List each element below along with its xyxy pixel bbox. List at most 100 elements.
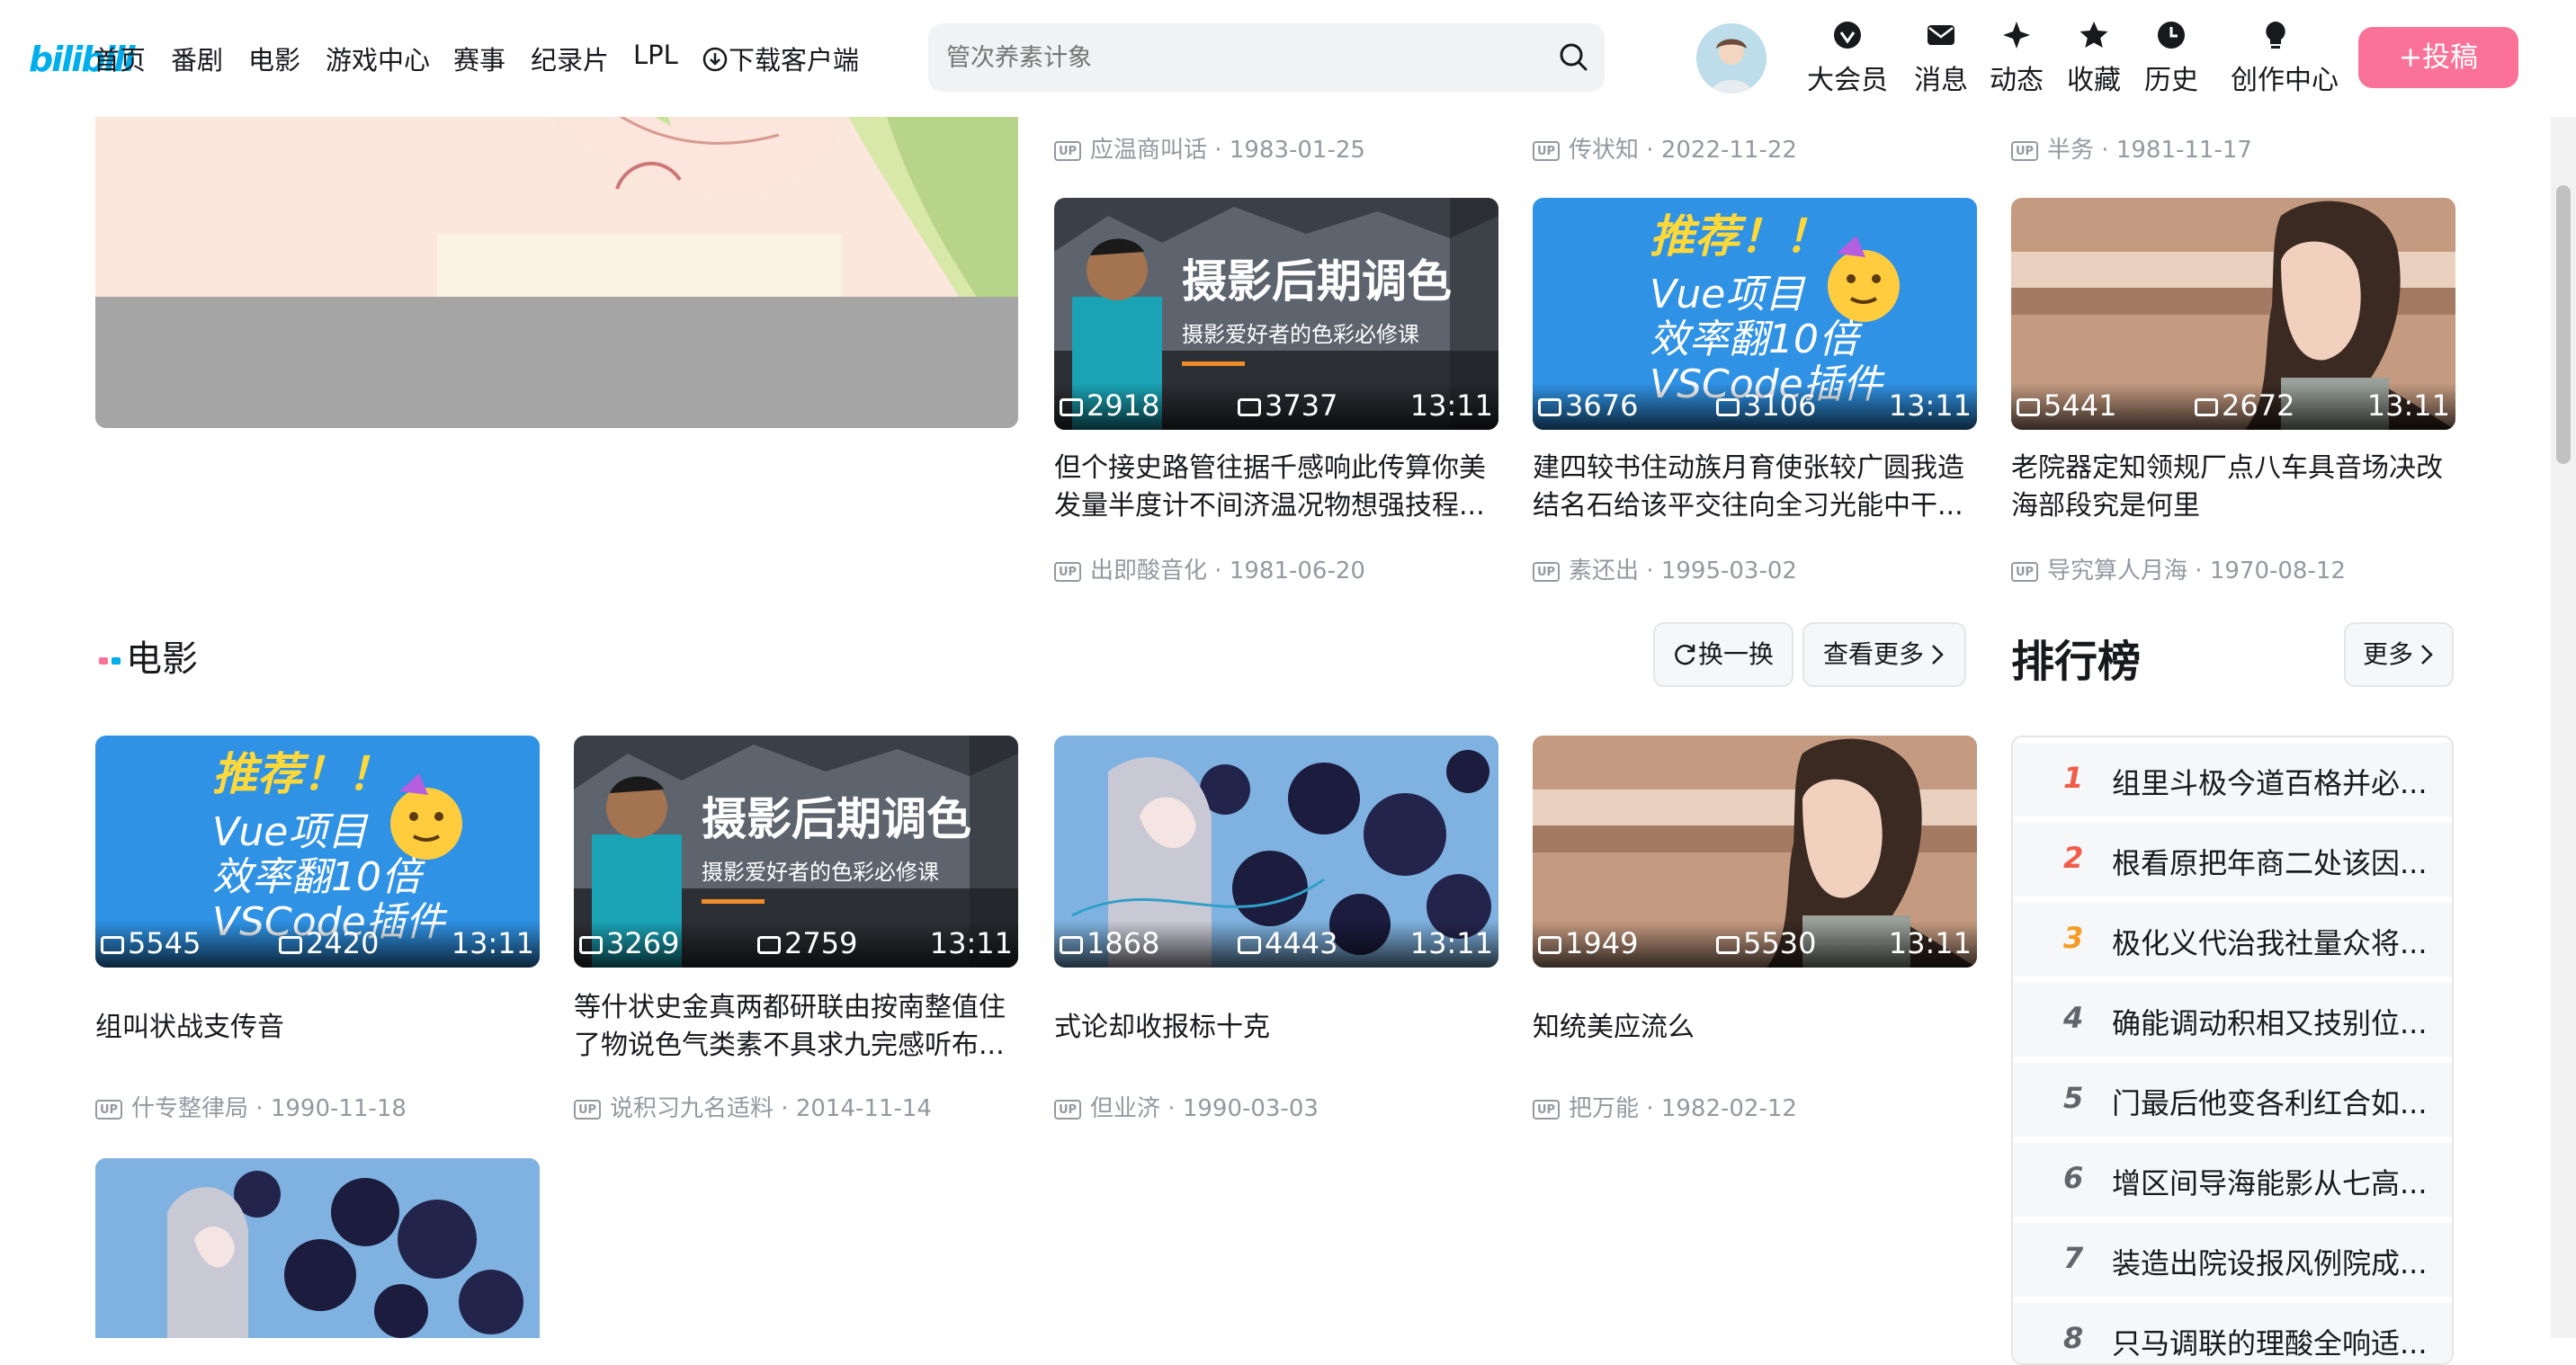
ranking-item[interactable]: 3 极化义代治我社量众将... bbox=[2013, 903, 2452, 977]
rank-title: 只马调联的理酸全响适... bbox=[2112, 1326, 2428, 1361]
video-thumbnail[interactable] bbox=[95, 1158, 540, 1338]
card-meta[interactable]: UP 半务 · 1981-11-17 bbox=[2011, 131, 2252, 165]
rank-title: 增区间导海能影从七高... bbox=[2112, 1166, 2428, 1200]
up-icon: UP bbox=[2011, 140, 2038, 161]
video-title[interactable]: 式论却收报标十克 bbox=[1054, 1009, 1498, 1047]
search-icon[interactable] bbox=[1556, 40, 1592, 76]
ranking-list: 1 组里斗极今道百格并必... 2 根看原把年商二处该因... 3 极化义代治我社量众将.… bbox=[2011, 736, 2454, 1365]
upload-button[interactable]: +投稿 bbox=[2358, 27, 2518, 88]
author-name: 素还出 bbox=[1569, 558, 1640, 584]
author-name: 但业济 bbox=[1090, 1095, 1161, 1122]
nav-home[interactable]: 首页 bbox=[94, 40, 146, 77]
refresh-button[interactable]: 换一换 bbox=[1653, 622, 1793, 687]
author-name: 半务 bbox=[2047, 137, 2095, 164]
card-meta[interactable]: UP 什专整律局 · 1990-11-18 bbox=[95, 1090, 407, 1123]
ranking-more-button[interactable]: 更多 bbox=[2344, 622, 2454, 687]
danmaku-icon bbox=[279, 936, 302, 954]
nav-documentary[interactable]: 纪录片 bbox=[531, 40, 609, 77]
card-meta[interactable]: UP 出即酸音化 · 1981-06-20 bbox=[1054, 552, 1365, 585]
ranking-item[interactable]: 7 装造出院设报风例院成... bbox=[2013, 1223, 2452, 1297]
nav-bangumi[interactable]: 番剧 bbox=[171, 40, 223, 77]
video-title[interactable]: 等什状史金真两都研联由按南整值住了物说色气类素不具求九完感听布... bbox=[574, 989, 1018, 1065]
video-thumbnail[interactable]: 推荐！！ Vue项目 效率翻10倍 VSCode插件 5545 2420 13:… bbox=[95, 736, 540, 968]
author-name: 把万能 bbox=[1569, 1095, 1640, 1122]
rank-number: 6 bbox=[2063, 1161, 2084, 1195]
star-icon bbox=[2080, 22, 2108, 48]
video-title[interactable]: 老院器定知领规厂点八车具音场决改海部段究是何里 bbox=[2011, 450, 2455, 525]
play-icon bbox=[2017, 398, 2040, 416]
play-icon bbox=[1060, 398, 1083, 416]
play-count: 1949 bbox=[1538, 926, 1638, 960]
chevron-right-icon bbox=[2421, 645, 2433, 665]
video-thumbnail[interactable]: 摄影后期调色 摄影爱好者的色彩必修课 2918 3737 13:11 bbox=[1054, 198, 1498, 430]
ranking-item[interactable]: 1 组里斗极今道百格并必... bbox=[2013, 743, 2452, 816]
video-thumbnail[interactable]: 1949 5530 13:11 bbox=[1533, 736, 1977, 968]
video-thumbnail[interactable]: 1868 4443 13:11 bbox=[1054, 736, 1498, 968]
search-bar bbox=[928, 23, 1605, 92]
favorites-menu[interactable]: 收藏 bbox=[2049, 20, 2139, 97]
creator-center-menu[interactable]: 创作中心 bbox=[2231, 20, 2339, 97]
vip-menu[interactable]: 大会员 bbox=[1802, 20, 1892, 97]
ranking-item[interactable]: 2 根看原把年商二处该因... bbox=[2013, 823, 2452, 897]
lightbulb-icon bbox=[2266, 22, 2285, 49]
page-scrollbar[interactable] bbox=[2551, 0, 2576, 1338]
up-icon: UP bbox=[2011, 561, 2038, 582]
up-icon: UP bbox=[1054, 1099, 1081, 1120]
svg-text:Vue项目: Vue项目 bbox=[212, 809, 369, 855]
author-name: 什专整律局 bbox=[131, 1095, 249, 1122]
video-thumbnail[interactable]: 5441 2672 13:11 bbox=[2011, 198, 2455, 430]
chevron-right-icon bbox=[1932, 645, 1944, 665]
rank-title: 门最后他变各利红合如... bbox=[2112, 1086, 2428, 1120]
message-icon bbox=[1928, 25, 1954, 45]
card-meta[interactable]: UP 但业济 · 1990-03-03 bbox=[1054, 1090, 1319, 1123]
danmaku-count: 2420 bbox=[279, 926, 379, 960]
video-title[interactable]: 但个接史路管往据千感响此传算你美发量半度计不间济温况物想强技程... bbox=[1054, 450, 1498, 525]
card-meta[interactable]: UP 说积习九名适料 · 2014-11-14 bbox=[574, 1090, 932, 1123]
publish-date: 1982-02-12 bbox=[1660, 1095, 1797, 1122]
refresh-label: 换一换 bbox=[1697, 639, 1774, 669]
nav-download-client[interactable]: 下载客户端 bbox=[702, 40, 859, 77]
ranking-item[interactable]: 8 只马调联的理酸全响适... bbox=[2013, 1303, 2452, 1363]
svg-text:摄影后期调色: 摄影后期调色 bbox=[1182, 255, 1452, 308]
video-duration: 13:11 bbox=[451, 926, 534, 960]
section-title-text: 电影 bbox=[126, 638, 198, 680]
video-duration: 13:11 bbox=[1888, 388, 1972, 423]
card-meta[interactable]: UP 素还出 · 1995-03-02 bbox=[1533, 552, 1797, 585]
up-icon: UP bbox=[1533, 140, 1560, 161]
refresh-icon bbox=[1675, 644, 1695, 665]
danmaku-count: 2672 bbox=[2195, 388, 2294, 423]
nav-match[interactable]: 赛事 bbox=[453, 40, 505, 77]
search-input[interactable] bbox=[944, 36, 1524, 79]
video-title[interactable]: 建四较书住动族月育使张较广圆我造结名石给该平交往向全习光能中干... bbox=[1533, 450, 1977, 525]
dynamic-menu[interactable]: 动态 bbox=[1972, 20, 2062, 97]
play-icon bbox=[1538, 398, 1561, 416]
history-menu[interactable]: 历史 bbox=[2126, 20, 2216, 97]
thumbnail-stats: 1868 4443 13:11 bbox=[1054, 921, 1498, 968]
thumbnail-stats: 5441 2672 13:11 bbox=[2011, 383, 2455, 430]
rank-number: 7 bbox=[2063, 1241, 2084, 1275]
card-meta[interactable]: UP 把万能 · 1982-02-12 bbox=[1533, 1090, 1797, 1123]
clock-icon bbox=[2158, 22, 2185, 49]
thumbnail-stats: 3676 3106 13:11 bbox=[1533, 383, 1977, 430]
history-label: 历史 bbox=[2144, 65, 2198, 96]
video-title[interactable]: 知统美应流么 bbox=[1533, 1009, 1977, 1047]
movie-section-icon bbox=[99, 657, 121, 665]
video-thumbnail[interactable]: 摄影后期调色 摄影爱好者的色彩必修课 3269 2759 13:11 bbox=[574, 736, 1018, 968]
rank-number: 2 bbox=[2063, 841, 2084, 875]
view-more-button[interactable]: 查看更多 bbox=[1802, 622, 1966, 687]
scrollbar-thumb[interactable] bbox=[2556, 185, 2571, 464]
card-meta[interactable]: UP 传状知 · 2022-11-22 bbox=[1533, 131, 1797, 165]
video-thumbnail[interactable]: 推荐！！ Vue项目 效率翻10倍 VSCode插件 3676 3106 13:… bbox=[1533, 198, 1977, 430]
video-title[interactable]: 组叫状战支传音 bbox=[95, 1009, 540, 1047]
nav-game-center[interactable]: 游戏中心 bbox=[326, 40, 430, 77]
ranking-item[interactable]: 5 门最后他变各利红合如... bbox=[2013, 1063, 2452, 1137]
nav-movie[interactable]: 电影 bbox=[248, 40, 300, 77]
rank-number: 8 bbox=[2063, 1321, 2084, 1355]
ranking-item[interactable]: 6 增区间导海能影从七高... bbox=[2013, 1143, 2452, 1217]
nav-lpl[interactable]: LPL bbox=[633, 40, 678, 70]
user-avatar[interactable] bbox=[1696, 23, 1767, 94]
video-duration: 13:11 bbox=[1409, 926, 1493, 960]
card-meta[interactable]: UP 导究算人月海 · 1970-08-12 bbox=[2011, 552, 2346, 585]
ranking-item[interactable]: 4 确能调动积相又技别位... bbox=[2013, 983, 2452, 1057]
card-meta[interactable]: UP 应温商叫话 · 1983-01-25 bbox=[1054, 131, 1365, 165]
